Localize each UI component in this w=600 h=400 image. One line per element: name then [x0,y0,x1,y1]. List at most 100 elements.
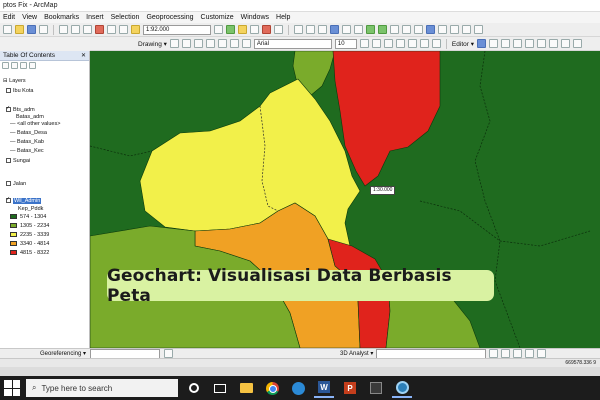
map-scale-combo[interactable]: 1:92.000 [143,24,211,35]
rotate-icon[interactable] [181,39,191,48]
split-icon[interactable] [524,39,534,48]
task-view-icon[interactable] [210,378,230,398]
open-folder-icon[interactable] [15,25,24,34]
menu-edit[interactable]: Edit [3,14,15,21]
arctoolbox-icon[interactable] [262,25,271,34]
clear-selection-icon[interactable] [402,25,411,34]
drawing-menu[interactable]: Drawing ▾ [138,40,167,48]
powerpoint-icon[interactable]: P [340,378,360,398]
layer-visibility-checkbox[interactable] [6,88,11,94]
list-by-drawing-order-icon[interactable] [2,62,9,69]
back-extent-icon[interactable] [366,25,375,34]
pan-icon[interactable] [318,25,327,34]
rectangle-icon[interactable] [193,39,203,48]
layer-ibu-kota[interactable]: Ibu Kota [6,88,34,94]
close-icon[interactable]: ✕ [81,52,86,59]
editor-toolbar-icon[interactable] [214,25,223,34]
menu-customize[interactable]: Customize [201,14,234,21]
sketch-properties-icon[interactable] [560,39,570,48]
html-popup-icon[interactable] [474,25,483,34]
edit-tool-icon[interactable] [476,39,486,48]
menu-bookmarks[interactable]: Bookmarks [44,14,79,21]
word-icon[interactable]: W [314,378,334,398]
profile-graph-icon[interactable] [501,349,511,358]
new-doc-icon[interactable] [3,25,12,34]
layer-visibility-checkbox[interactable] [6,196,11,204]
table-of-contents-icon[interactable] [226,25,235,34]
attributes-icon[interactable] [548,39,558,48]
menu-windows[interactable]: Windows [241,14,269,21]
3d-analyst-menu[interactable]: 3D Analyst ▾ [340,350,373,357]
cut-icon[interactable] [59,25,68,34]
chrome-icon[interactable] [262,378,282,398]
3d-layer-combo[interactable] [376,348,487,359]
delete-icon[interactable] [95,25,104,34]
font-color-icon[interactable] [395,39,405,48]
layers-node[interactable]: ⊟ Layers [3,78,26,84]
fill-color-icon[interactable] [407,39,417,48]
zoom-in-icon[interactable] [294,25,303,34]
forward-extent-icon[interactable] [378,25,387,34]
georeferencing-menu[interactable]: Georeferencing ▾ [40,350,86,357]
text-tool-icon[interactable] [205,39,215,48]
app-icon[interactable] [366,378,386,398]
full-extent-icon[interactable] [330,25,339,34]
list-by-visibility-icon[interactable] [20,62,27,69]
list-by-selection-icon[interactable] [29,62,36,69]
order-icon[interactable] [241,39,251,48]
identify-icon[interactable] [426,25,435,34]
group-icon[interactable] [229,39,239,48]
select-pointer-icon[interactable] [169,39,179,48]
select-elements-icon[interactable] [414,25,423,34]
layer-bts-adm[interactable]: Bts_adm [6,105,35,113]
arcmap-icon[interactable] [392,378,412,398]
zoom-out-icon[interactable] [306,25,315,34]
menu-view[interactable]: View [22,14,37,21]
layer-visibility-checkbox[interactable] [6,158,11,164]
marker-color-icon[interactable] [431,39,441,48]
layer-wil-admin[interactable]: Wil_Admin [6,196,42,204]
font-size-combo[interactable]: 10 [334,38,357,49]
redo-icon[interactable] [119,25,128,34]
edit-annotation-icon[interactable] [488,39,498,48]
copy-icon[interactable] [71,25,80,34]
list-by-source-icon[interactable] [11,62,18,69]
python-icon[interactable] [274,25,283,34]
bold-icon[interactable] [359,39,369,48]
straight-segment-icon[interactable] [500,39,510,48]
edge-icon[interactable] [288,378,308,398]
search-icon[interactable] [250,25,259,34]
layer-jalan[interactable]: Jalan [6,181,26,187]
find-icon[interactable] [438,25,447,34]
hyperlink-icon[interactable] [462,25,471,34]
line-of-sight-icon[interactable] [537,349,547,358]
taskbar-search-input[interactable]: ⌕ Type here to search [26,379,178,397]
rotate-layer-icon[interactable] [164,349,174,358]
undo-icon[interactable] [107,25,116,34]
line-color-icon[interactable] [419,39,429,48]
georef-layer-combo[interactable] [90,348,161,359]
measure-icon[interactable] [450,25,459,34]
windows-start-icon[interactable] [4,380,20,396]
menu-geoprocessing[interactable]: Geoprocessing [146,14,193,21]
align-icon[interactable] [217,39,227,48]
steepest-path-icon[interactable] [525,349,535,358]
editor-menu[interactable]: Editor ▾ [452,40,474,48]
fixed-zoom-out-icon[interactable] [354,25,363,34]
layer-visibility-checkbox[interactable] [6,105,11,113]
contour-icon[interactable] [513,349,523,358]
add-data-icon[interactable] [131,25,140,34]
interpolate-line-icon[interactable] [489,349,499,358]
underline-icon[interactable] [383,39,393,48]
save-icon[interactable] [27,25,36,34]
menu-help[interactable]: Help [276,14,290,21]
select-features-icon[interactable] [390,25,399,34]
italic-icon[interactable] [371,39,381,48]
file-explorer-icon[interactable] [236,378,256,398]
cortana-icon[interactable] [184,378,204,398]
create-features-icon[interactable] [572,39,582,48]
paste-icon[interactable] [83,25,92,34]
layer-visibility-checkbox[interactable] [6,181,11,187]
font-name-combo[interactable]: Arial [253,38,332,49]
rotate-feature-icon[interactable] [536,39,546,48]
